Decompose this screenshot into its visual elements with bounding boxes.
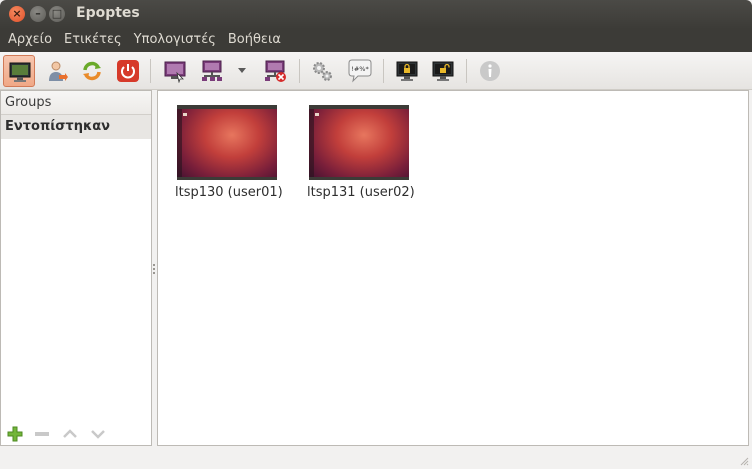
menu-labels[interactable]: Ετικέτες <box>58 29 128 52</box>
toolbar-separator <box>299 59 300 83</box>
groups-sidebar: Groups Εντοπίστηκαν <box>0 90 152 446</box>
unlock-monitor-icon <box>432 61 454 81</box>
refresh-icon <box>83 61 101 81</box>
remove-icon <box>35 432 49 436</box>
move-up-button[interactable] <box>61 426 79 440</box>
toolbar-separator <box>150 59 151 83</box>
minimize-window-button[interactable]: – <box>30 6 46 22</box>
add-group-button[interactable] <box>6 426 24 442</box>
client-screen-thumbnail[interactable] <box>309 105 409 180</box>
network-monitor-icon <box>202 60 222 81</box>
monitor-icon <box>9 62 31 82</box>
add-icon <box>7 426 23 442</box>
thumbnail-bottom-panel <box>309 177 409 180</box>
information-button[interactable] <box>474 55 506 87</box>
thumbnail-launcher <box>177 109 182 177</box>
thumbnail-top-panel <box>309 105 409 109</box>
window-title: Epoptes <box>76 5 140 21</box>
maximize-window-button[interactable]: □ <box>49 6 65 22</box>
stop-broadcast-icon <box>265 60 286 82</box>
group-item-detected[interactable]: Εντοπίστηκαν <box>1 115 151 139</box>
toolbar-separator <box>466 59 467 83</box>
client-item[interactable]: ltsp131 (user02) <box>290 105 415 200</box>
client-item[interactable]: ltsp130 (user01) <box>158 105 283 200</box>
gears-icon <box>313 62 332 81</box>
speech-bubble-icon: !#%* <box>348 59 372 83</box>
execute-command-button[interactable] <box>306 55 338 87</box>
move-down-button[interactable] <box>89 426 107 440</box>
resize-grip-icon[interactable] <box>739 456 749 466</box>
menu-computers[interactable]: Υπολογιστές <box>128 29 222 52</box>
stop-broadcast-button[interactable] <box>259 55 291 87</box>
epoptes-window: × – □ Epoptes Αρχείο Ετικέτες Υπολογιστέ… <box>0 0 752 469</box>
menu-bar: Αρχείο Ετικέτες Υπολογιστές Βοήθεια <box>0 29 752 52</box>
toolbar: !#%* <box>0 52 752 90</box>
info-icon <box>480 61 500 81</box>
pane-resize-handle[interactable] <box>152 264 156 276</box>
move-down-icon <box>91 430 105 439</box>
message-glyph: !#%* <box>351 65 369 73</box>
unlock-screen-button[interactable] <box>427 55 459 87</box>
login-user-button[interactable] <box>41 55 73 87</box>
move-up-icon <box>63 429 77 438</box>
lock-screen-button[interactable] <box>391 55 423 87</box>
thumbnail-desktop-icon <box>315 113 319 116</box>
client-label: ltsp131 (user02) <box>307 185 415 200</box>
toolbar-separator <box>383 59 384 83</box>
broadcast-windowed-button[interactable] <box>196 55 228 87</box>
menu-file[interactable]: Αρχείο <box>2 29 58 52</box>
client-screen-thumbnail[interactable] <box>177 105 277 180</box>
broadcast-options-dropdown[interactable] <box>238 68 246 73</box>
reboot-button[interactable] <box>76 55 108 87</box>
thumbnail-launcher <box>309 109 314 177</box>
status-bar <box>0 446 752 469</box>
clients-view: ltsp130 (user01) ltsp131 (user02) <box>157 90 749 446</box>
broadcast-screen-button[interactable] <box>159 55 191 87</box>
power-icon <box>117 60 139 82</box>
title-bar: × – □ Epoptes <box>0 0 752 29</box>
thumbnail-bottom-panel <box>177 177 277 180</box>
close-window-button[interactable]: × <box>9 6 25 22</box>
groups-header[interactable]: Groups <box>1 91 151 115</box>
send-message-button[interactable]: !#%* <box>343 55 375 87</box>
observe-screen-button[interactable] <box>3 55 35 87</box>
remove-group-button[interactable] <box>33 426 51 440</box>
client-label: ltsp130 (user01) <box>175 185 283 200</box>
lock-monitor-icon <box>396 61 418 81</box>
broadcast-monitor-icon <box>164 61 186 83</box>
thumbnail-desktop-icon <box>183 113 187 116</box>
shutdown-button[interactable] <box>112 55 144 87</box>
user-arrow-icon <box>49 61 68 81</box>
menu-help[interactable]: Βοήθεια <box>222 29 287 52</box>
thumbnail-top-panel <box>177 105 277 109</box>
